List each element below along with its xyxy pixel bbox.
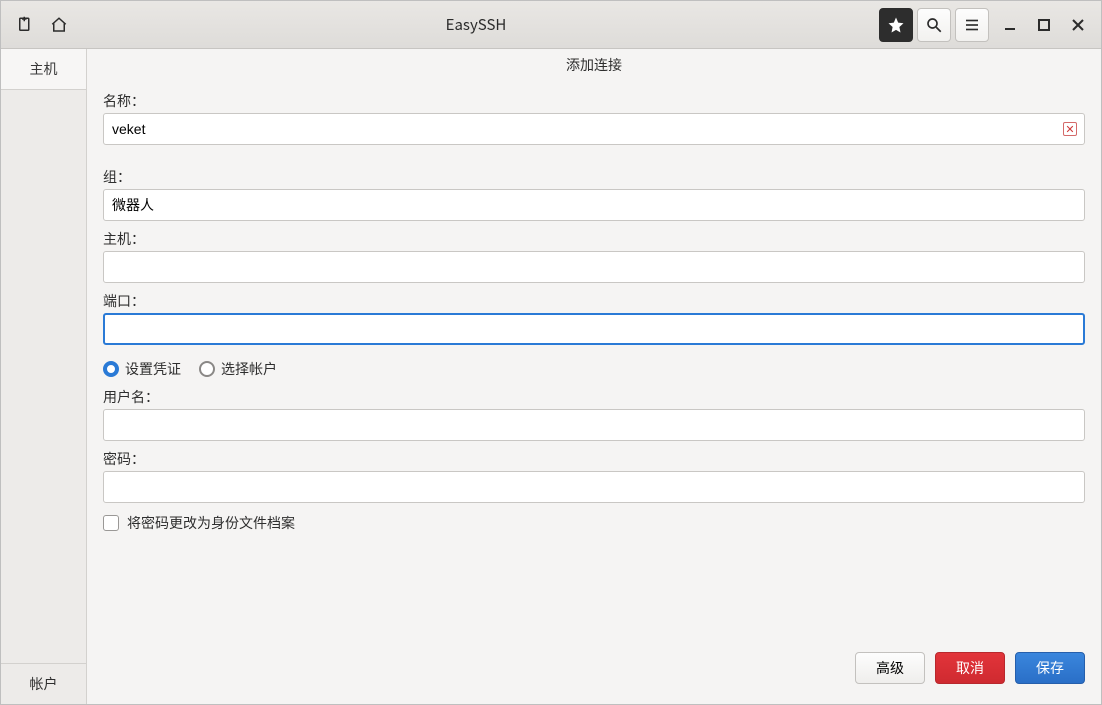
minimize-button[interactable] — [997, 12, 1023, 38]
port-label: 端口： — [103, 291, 1085, 311]
app-window: EasySSH — [0, 0, 1102, 705]
clear-name-icon[interactable]: ✕ — [1063, 122, 1077, 136]
radio-account[interactable]: 选择帐户 — [199, 359, 277, 379]
identity-checkbox[interactable] — [103, 515, 119, 531]
pane-title: 添加连接 — [87, 49, 1101, 79]
password-input[interactable] — [103, 471, 1085, 503]
radio-credentials[interactable]: 设置凭证 — [103, 359, 181, 379]
close-button[interactable] — [1065, 12, 1091, 38]
port-input[interactable] — [103, 313, 1085, 345]
bookmark-button[interactable] — [879, 8, 913, 42]
main-pane: 添加连接 名称： ✕ 组： 主机： 端口： 设置凭证 — [87, 49, 1101, 704]
radio-credentials-label: 设置凭证 — [125, 359, 181, 379]
username-input[interactable] — [103, 409, 1085, 441]
menu-button[interactable] — [955, 8, 989, 42]
new-tab-button[interactable] — [11, 11, 39, 39]
save-button[interactable]: 保存 — [1015, 652, 1085, 684]
group-label: 组： — [103, 167, 1085, 187]
sidebar: 主机 帐户 — [1, 49, 87, 704]
search-button[interactable] — [917, 8, 951, 42]
sidebar-tab-accounts[interactable]: 帐户 — [1, 663, 86, 704]
button-bar: 高级 取消 保存 — [87, 642, 1101, 704]
radio-dot-empty-icon — [199, 361, 215, 377]
radio-account-label: 选择帐户 — [221, 359, 277, 379]
name-label: 名称： — [103, 91, 1085, 111]
group-input[interactable] — [103, 189, 1085, 221]
home-button[interactable] — [45, 11, 73, 39]
username-label: 用户名： — [103, 387, 1085, 407]
host-input[interactable] — [103, 251, 1085, 283]
host-label: 主机： — [103, 229, 1085, 249]
titlebar: EasySSH — [1, 1, 1101, 49]
advanced-button[interactable]: 高级 — [855, 652, 925, 684]
window-title: EasySSH — [73, 14, 879, 35]
radio-dot-icon — [103, 361, 119, 377]
password-label: 密码： — [103, 449, 1085, 469]
maximize-button[interactable] — [1031, 12, 1057, 38]
sidebar-tab-hosts[interactable]: 主机 — [1, 49, 86, 90]
cancel-button[interactable]: 取消 — [935, 652, 1005, 684]
name-input[interactable] — [103, 113, 1085, 145]
identity-checkbox-label: 将密码更改为身份文件档案 — [127, 513, 295, 533]
